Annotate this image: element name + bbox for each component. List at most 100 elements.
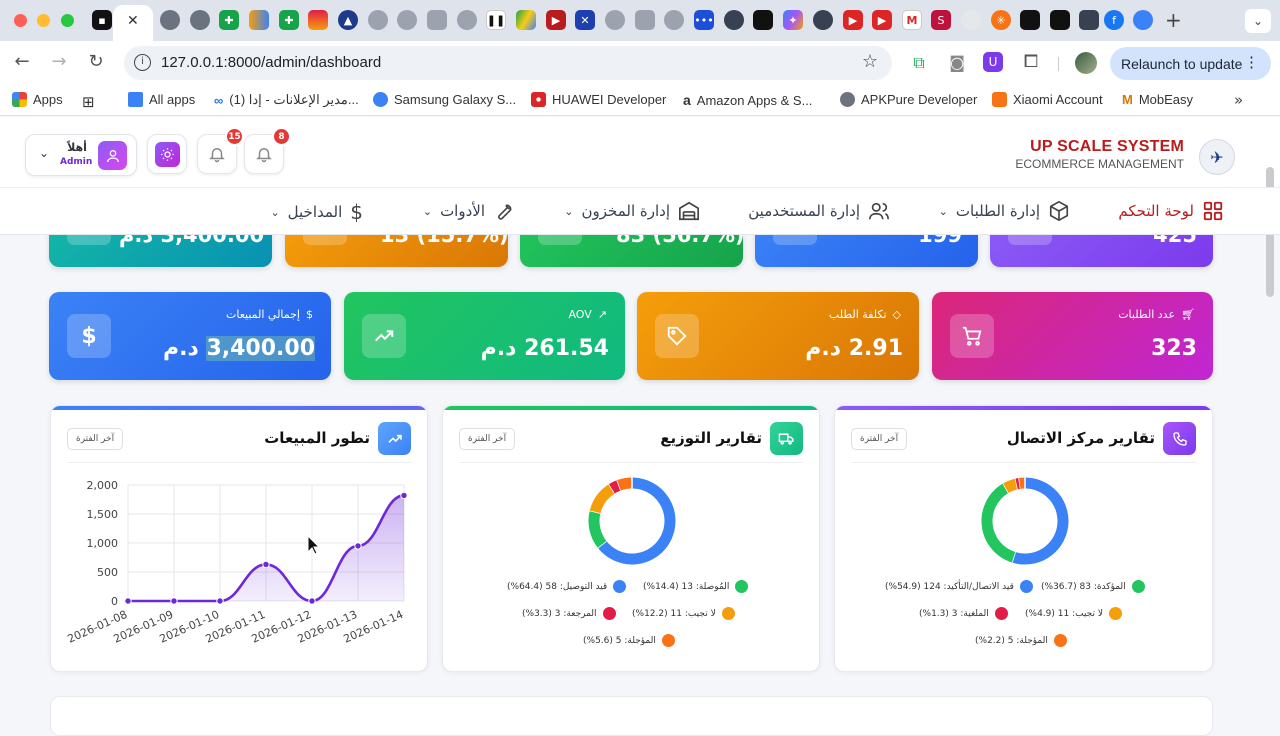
brand: UP SCALE SYSTEM ECOMMERCE MANAGEMENT: [1015, 138, 1184, 171]
bookmark-samsung[interactable]: Samsung Galaxy S...: [373, 92, 516, 107]
nav-orders[interactable]: ⌄ إدارة الطلبات: [939, 200, 1070, 222]
tab-plus-green[interactable]: ✚: [279, 10, 299, 30]
grid-icon: [1202, 200, 1224, 222]
truck-icon: [770, 422, 803, 455]
nav-dashboard[interactable]: لوحة التحكم: [1118, 200, 1224, 222]
tab-globe[interactable]: [961, 10, 981, 30]
address-bar[interactable]: i 127.0.0.1:8000/admin/dashboard ☆: [124, 46, 892, 80]
tab-youtube[interactable]: ▶: [872, 10, 892, 30]
main-nav: لوحة التحكم ⌄ إدارة الطلبات إدارة المستخ…: [0, 187, 1280, 235]
tab-dark[interactable]: [753, 10, 773, 30]
site-info-icon[interactable]: i: [134, 54, 151, 71]
tab-facebook[interactable]: f: [1104, 10, 1124, 30]
bookmark-mobeasy[interactable]: M MobEasy: [1122, 92, 1193, 107]
new-tab-icon[interactable]: +: [1165, 8, 1182, 32]
extension-icon[interactable]: ⧉: [908, 53, 930, 73]
tab-x[interactable]: ✕: [575, 10, 595, 30]
relaunch-button[interactable]: Relaunch to update ⋮: [1110, 47, 1271, 80]
user-menu[interactable]: ⌄ أهلاً Admin: [25, 134, 137, 176]
profile-avatar[interactable]: [1075, 52, 1097, 74]
tab-plus-green[interactable]: ✚: [219, 10, 239, 30]
tab-dark[interactable]: [1050, 10, 1070, 30]
extensions-puzzle-icon[interactable]: ⧠: [1020, 51, 1042, 72]
brand-title: UP SCALE SYSTEM: [1015, 138, 1184, 156]
bookmark-meta-ads[interactable]: ∞ (1) مدير الإعلانات - إدا...: [214, 92, 359, 108]
bookmark-all-apps[interactable]: All apps: [128, 92, 195, 107]
close-tab-icon[interactable]: ✕: [127, 13, 139, 29]
legend-item: المُوصلة: 13 (14.4%): [643, 580, 748, 593]
period-selector[interactable]: آخر الفترة: [851, 428, 907, 450]
ublock-icon[interactable]: U: [983, 52, 1003, 72]
tab-flag[interactable]: [308, 10, 328, 30]
total-sales-card: إجمالي المبيعات$ 3,400.00 د.م $: [49, 292, 331, 380]
tab-star[interactable]: ✳: [991, 10, 1011, 30]
tab-camera[interactable]: [427, 10, 447, 30]
nav-income[interactable]: ⌄ المداخيل $: [270, 200, 363, 224]
alerts-badge: 8: [272, 127, 291, 146]
bookmark-apkpure[interactable]: APKPure Developer: [840, 92, 977, 107]
tab-github[interactable]: [813, 10, 833, 30]
tab-dark[interactable]: [1020, 10, 1040, 30]
tab-dots[interactable]: •••: [694, 10, 714, 30]
close-window-button[interactable]: [14, 14, 27, 27]
tab-github[interactable]: [724, 10, 744, 30]
data-point: [125, 598, 131, 604]
tab-favicon[interactable]: ▪: [92, 10, 112, 30]
tab-globe[interactable]: [160, 10, 180, 30]
bookmark-star-icon[interactable]: ☆: [862, 51, 878, 72]
reload-icon[interactable]: ↻: [85, 51, 107, 72]
period-selector[interactable]: آخر الفترة: [67, 428, 123, 450]
bookmark-huawei[interactable]: HUAWEI Developer: [531, 92, 666, 107]
tab-gmail[interactable]: M: [902, 10, 922, 30]
trend-up-icon: [362, 314, 406, 358]
tab-box[interactable]: [1079, 10, 1099, 30]
amazon-icon: a: [683, 92, 691, 108]
tab-colorful[interactable]: [249, 10, 269, 30]
camera-extension-icon[interactable]: ◙: [946, 53, 968, 72]
notifications-button[interactable]: 15: [197, 134, 237, 174]
tab-drive[interactable]: [516, 10, 536, 30]
tab-gemini[interactable]: ✦: [783, 10, 803, 30]
nav-inventory[interactable]: ⌄ إدارة المخزون: [564, 200, 700, 222]
tab-video[interactable]: ▶: [546, 10, 566, 30]
bookmark-xiaomi[interactable]: Xiaomi Account: [992, 92, 1103, 107]
legend-item: المؤجلة: 5 (5.6%): [583, 634, 675, 647]
tab-youtube[interactable]: ▶: [843, 10, 863, 30]
more-menu-icon[interactable]: ⋮: [1244, 53, 1259, 71]
nav-users[interactable]: إدارة المستخدمين: [748, 200, 890, 222]
maximize-window-button[interactable]: [61, 14, 74, 27]
user-avatar-icon: [98, 141, 127, 170]
dollar-icon: $: [350, 200, 363, 224]
period-selector[interactable]: آخر الفترة: [459, 428, 515, 450]
tab-globe[interactable]: [368, 10, 388, 30]
theme-toggle-button[interactable]: [147, 134, 187, 174]
bookmark-amazon[interactable]: a Amazon Apps & S...: [683, 92, 812, 108]
data-point: [401, 492, 407, 498]
active-tab[interactable]: ✕: [113, 5, 153, 41]
tab-groups-icon[interactable]: ⊞: [82, 93, 95, 111]
minimize-window-button[interactable]: [37, 14, 50, 27]
users-icon: [868, 200, 890, 222]
chevron-down-icon[interactable]: ⌄: [1245, 9, 1271, 33]
sales-panel-title: تطور المبيعات: [264, 429, 370, 447]
forward-arrow-icon[interactable]: →: [48, 51, 70, 72]
orders-count-value: 323: [1151, 336, 1197, 361]
back-arrow-icon[interactable]: ←: [11, 51, 33, 72]
url-text[interactable]: 127.0.0.1:8000/admin/dashboard: [161, 54, 381, 71]
bookmark-apps[interactable]: Apps: [12, 92, 63, 107]
tab-globe[interactable]: [457, 10, 477, 30]
more-bookmarks-icon[interactable]: »: [1234, 91, 1243, 109]
tab-app[interactable]: [1133, 10, 1153, 30]
tab-camera[interactable]: [635, 10, 655, 30]
tab-globe[interactable]: [397, 10, 417, 30]
tab-a[interactable]: ▲: [338, 10, 358, 30]
tab-globe[interactable]: [605, 10, 625, 30]
alerts-button[interactable]: 8: [244, 134, 284, 174]
tab-s[interactable]: S: [931, 10, 951, 30]
data-point: [355, 543, 361, 549]
tab-globe[interactable]: [664, 10, 684, 30]
dollar-icon: $: [306, 308, 313, 321]
nav-tools[interactable]: ⌄ الأدوات: [423, 200, 515, 222]
tab-pause[interactable]: ❚❚: [486, 10, 506, 30]
tab-globe[interactable]: [190, 10, 210, 30]
